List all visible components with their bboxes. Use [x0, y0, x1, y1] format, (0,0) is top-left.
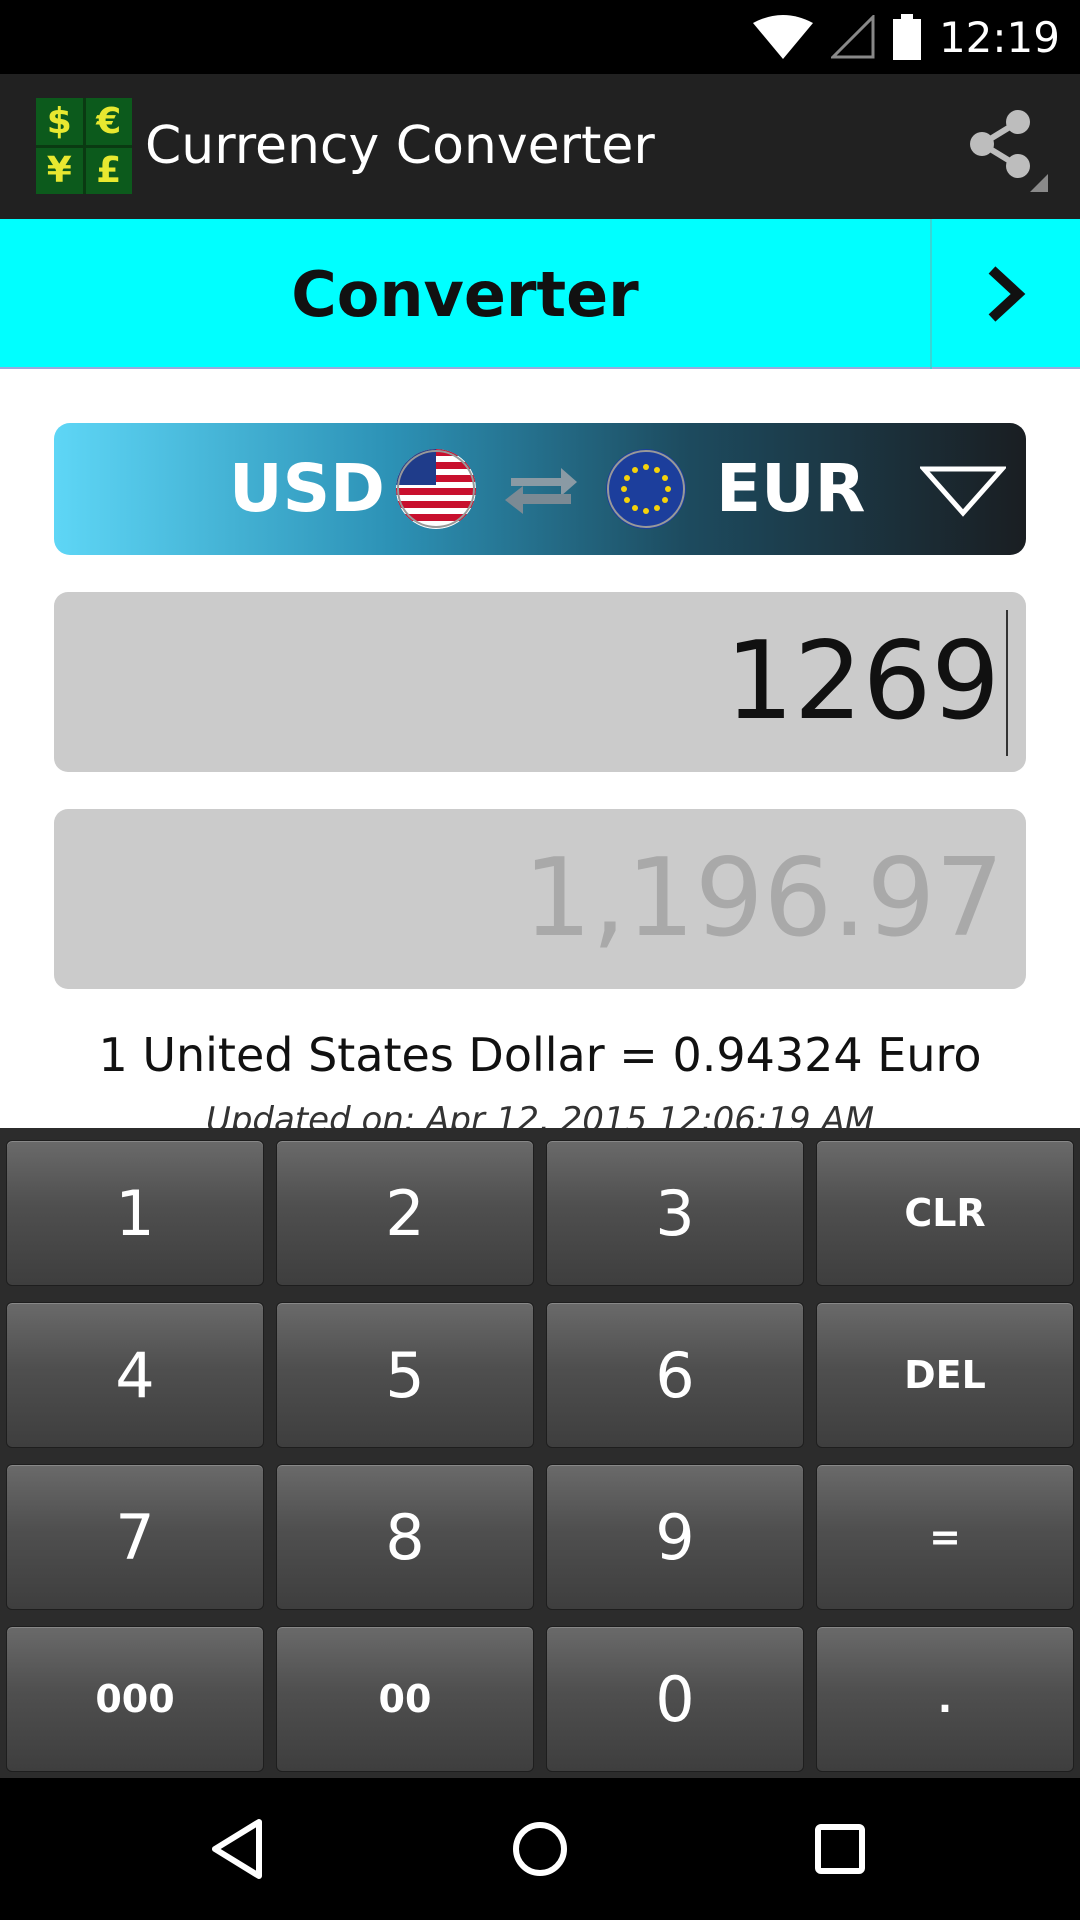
yen-symbol: ¥: [36, 147, 83, 194]
swap-arrows-icon[interactable]: [501, 458, 581, 518]
triangle-down-icon[interactable]: [918, 465, 1008, 517]
navigation-bar: [0, 1778, 1080, 1920]
key-2[interactable]: 2: [276, 1140, 534, 1286]
exchange-rate-text: 1 United States Dollar = 0.94324 Euro: [98, 1028, 982, 1082]
back-button[interactable]: [195, 1804, 285, 1894]
key-9[interactable]: 9: [546, 1464, 804, 1610]
key-8[interactable]: 8: [276, 1464, 534, 1610]
eu-flag-icon: [606, 449, 686, 529]
keypad: 1 2 3 CLR 4 5 6 DEL 7 8 9 = 000 00 0 .: [0, 1128, 1080, 1778]
signal-icon: [830, 15, 875, 59]
app-bar: $ € ¥ £ Currency Converter: [0, 74, 1080, 219]
key-6[interactable]: 6: [546, 1302, 804, 1448]
app-title: Currency Converter: [145, 116, 655, 176]
status-bar: 12:19: [0, 0, 1080, 74]
key-delete[interactable]: DEL: [816, 1302, 1074, 1448]
chevron-right-icon: [988, 266, 1026, 322]
back-icon: [212, 1819, 262, 1879]
recents-icon: [815, 1824, 865, 1874]
to-currency-code: EUR: [716, 450, 866, 527]
app-logo: $ € ¥ £: [36, 98, 132, 194]
home-icon: [513, 1822, 567, 1876]
currency-selector[interactable]: USD EUR: [54, 423, 1026, 555]
key-double-zero[interactable]: 00: [276, 1626, 534, 1772]
tab-bar: Converter: [0, 219, 1080, 369]
updated-timestamp: Updated on: Apr 12, 2015 12:06:19 AM: [205, 1100, 875, 1128]
status-icons: 12:19: [752, 0, 1060, 74]
key-triple-zero[interactable]: 000: [6, 1626, 264, 1772]
converted-amount-value: 1,196.97: [523, 836, 1004, 961]
next-tab-button[interactable]: [930, 219, 1080, 369]
recents-button[interactable]: [795, 1804, 885, 1894]
battery-icon: [892, 14, 921, 60]
key-4[interactable]: 4: [6, 1302, 264, 1448]
tab-converter[interactable]: Converter: [0, 219, 930, 369]
amount-input-value: 1269: [725, 619, 1000, 744]
key-1[interactable]: 1: [6, 1140, 264, 1286]
home-button[interactable]: [495, 1804, 585, 1894]
key-equals[interactable]: =: [816, 1464, 1074, 1610]
us-flag-icon: [396, 449, 476, 529]
status-time: 12:19: [938, 12, 1060, 62]
wifi-icon: [752, 15, 813, 59]
pound-symbol: £: [85, 147, 132, 194]
text-cursor: [1006, 610, 1008, 756]
share-button[interactable]: [960, 104, 1050, 194]
key-0[interactable]: 0: [546, 1626, 804, 1772]
key-7[interactable]: 7: [6, 1464, 264, 1610]
converted-amount-field: 1,196.97: [54, 809, 1026, 989]
share-icon: [970, 110, 1048, 192]
key-clear[interactable]: CLR: [816, 1140, 1074, 1286]
key-5[interactable]: 5: [276, 1302, 534, 1448]
from-currency-code: USD: [229, 450, 385, 527]
key-decimal[interactable]: .: [816, 1626, 1074, 1772]
dollar-symbol: $: [36, 98, 83, 145]
amount-input[interactable]: 1269: [54, 592, 1026, 772]
key-3[interactable]: 3: [546, 1140, 804, 1286]
euro-symbol: €: [85, 98, 132, 145]
